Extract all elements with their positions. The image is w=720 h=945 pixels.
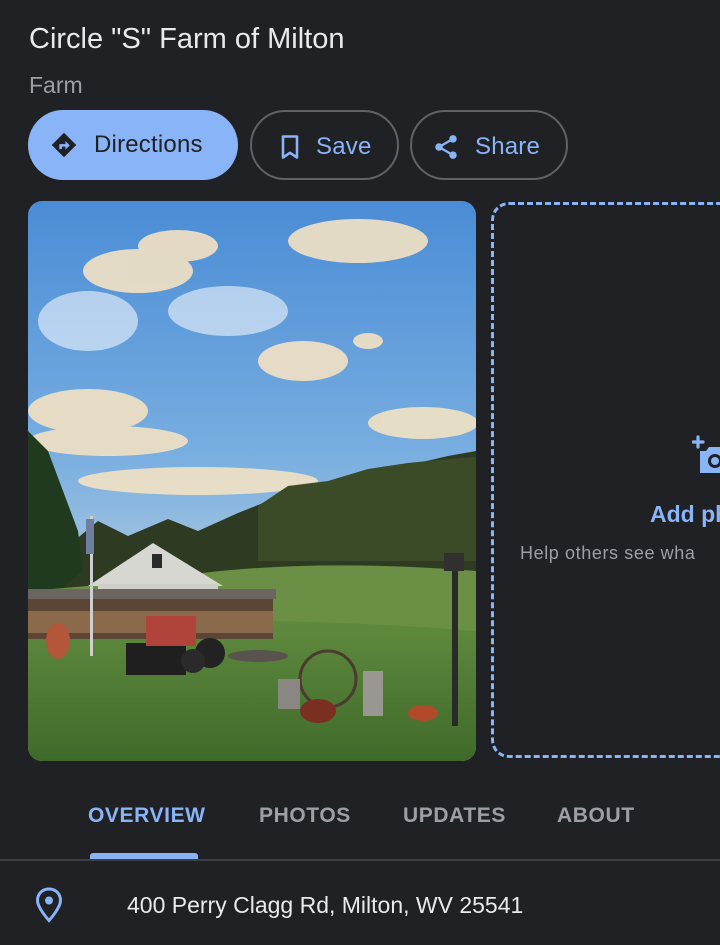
tab-updates[interactable]: UPDATES (403, 804, 506, 828)
directions-icon (51, 132, 77, 158)
place-photo[interactable] (28, 201, 476, 761)
save-button[interactable]: Save (250, 110, 399, 180)
directions-button[interactable]: Directions (28, 110, 238, 180)
location-pin-icon (35, 887, 63, 923)
share-button[interactable]: Share (410, 110, 568, 180)
share-label: Share (475, 133, 541, 160)
farm-photo-image (28, 201, 476, 761)
tab-overview[interactable]: OVERVIEW (88, 804, 206, 828)
directions-label: Directions (94, 131, 203, 158)
add-photo-label: Add ph (650, 501, 720, 527)
add-photo-camera-icon (692, 435, 720, 473)
tab-bar: OVERVIEW PHOTOS UPDATES ABOUT (0, 790, 720, 860)
place-category: Farm (29, 72, 83, 98)
place-details-panel: Circle "S" Farm of Milton Farm Direction… (0, 0, 720, 945)
address-row[interactable]: 400 Perry Clagg Rd, Milton, WV 25541 (0, 861, 720, 945)
save-label: Save (316, 133, 372, 160)
share-icon (435, 135, 457, 159)
place-title: Circle "S" Farm of Milton (29, 23, 345, 55)
bookmark-icon (281, 135, 299, 159)
tab-about[interactable]: ABOUT (557, 804, 635, 828)
add-photo-subtext: Help others see wha (520, 543, 696, 563)
address-text: 400 Perry Clagg Rd, Milton, WV 25541 (127, 892, 524, 918)
add-photo-tile[interactable]: Add ph Help others see wha (491, 202, 720, 758)
tab-photos[interactable]: PHOTOS (259, 804, 351, 828)
